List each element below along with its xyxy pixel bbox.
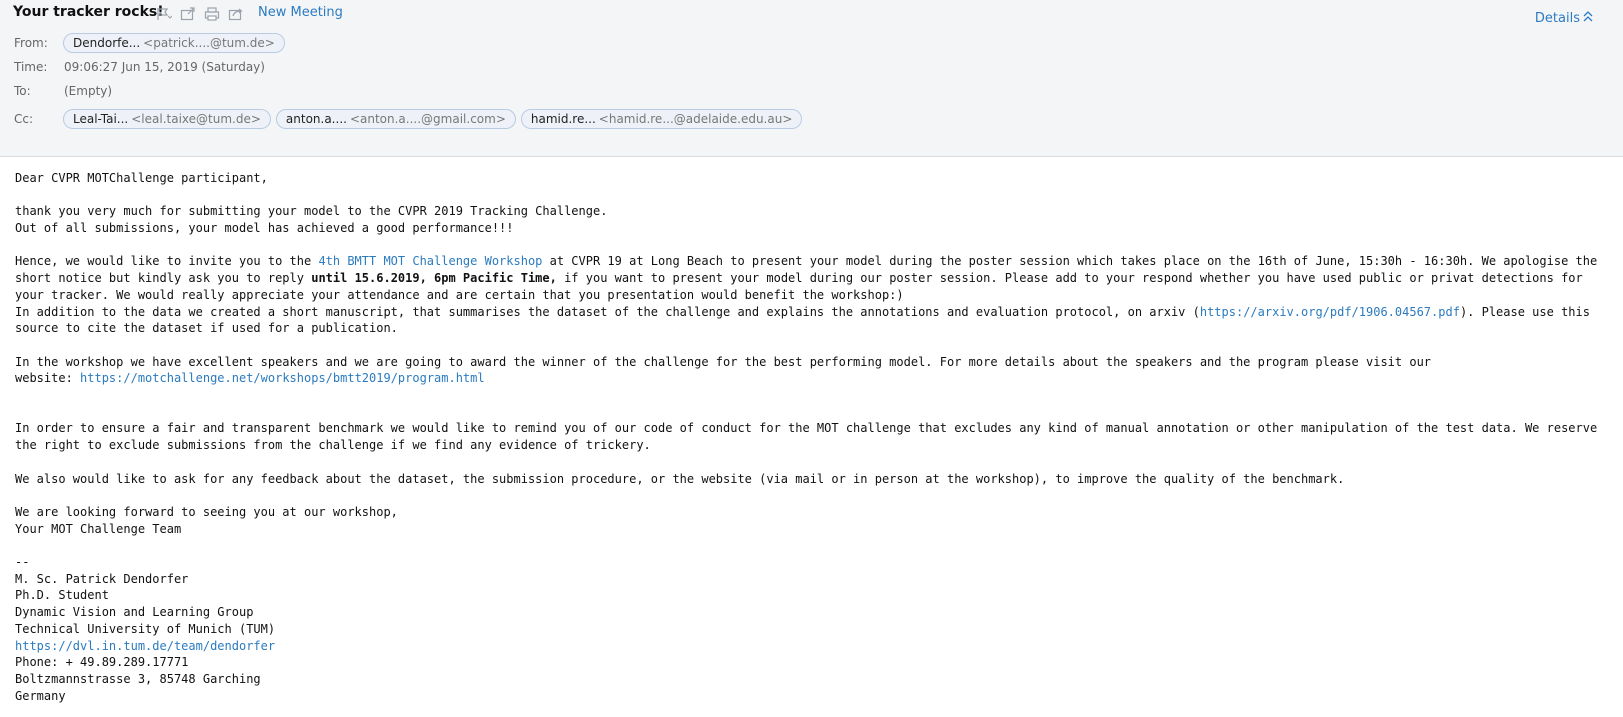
mail-toolbar	[156, 6, 244, 21]
mail-header: Your tracker rocks! New Meeting Details …	[0, 0, 1623, 157]
contact-email: <hamid.re...@adelaide.edu.au>	[598, 112, 793, 126]
details-label: Details	[1534, 10, 1580, 26]
manuscript-paragraph: In addition to the data we created a sho…	[15, 304, 1615, 337]
to-label: To:	[14, 84, 31, 98]
body-line: Your MOT Challenge Team	[15, 521, 182, 536]
from-recipients: Dendorfe... <patrick....@tum.de>	[63, 33, 285, 53]
body-line: thank you very much for submitting your …	[15, 204, 608, 219]
cc-recipients: Leal-Tai... <leal.taixe@tum.de> anton.a..…	[63, 109, 803, 129]
signature-address: Boltzmannstrasse 3, 85748 Garching	[15, 671, 261, 686]
cc-chip[interactable]: Leal-Tai... <leal.taixe@tum.de>	[63, 109, 271, 129]
program-link[interactable]: https://motchallenge.net/workshops/bmtt2…	[80, 371, 485, 385]
contact-email: <patrick....@tum.de>	[143, 36, 275, 50]
from-label: From:	[14, 36, 48, 50]
text-span: website:	[15, 371, 81, 386]
website-line: website: https://motchallenge.net/worksh…	[15, 370, 1615, 387]
print-icon[interactable]	[204, 6, 220, 21]
cc-chip[interactable]: anton.a.... <anton.a....@gmail.com>	[275, 109, 516, 129]
signature-group: Dynamic Vision and Learning Group	[15, 605, 254, 620]
export-icon[interactable]	[228, 6, 244, 21]
text-span: In addition to the data we created a sho…	[15, 304, 1200, 319]
contact-email: <leal.taixe@tum.de>	[131, 112, 261, 126]
deadline-text: until 15.6.2019, 6pm Pacific Time,	[311, 271, 557, 286]
greeting: Dear CVPR MOTChallenge participant,	[15, 171, 268, 185]
mail-subject: Your tracker rocks!	[13, 4, 164, 20]
time-value: 09:06:27 Jun 15, 2019 (Saturday)	[64, 60, 265, 74]
contact-name: hamid.re...	[530, 112, 596, 126]
contact-name: Leal-Tai...	[73, 112, 129, 126]
new-meeting-link[interactable]: New Meeting	[258, 5, 343, 20]
move-icon[interactable]	[180, 6, 196, 21]
signature-country: Germany	[15, 688, 66, 703]
signature-name: M. Sc. Patrick Dendorfer	[15, 571, 189, 586]
body-line: In the workshop we have excellent speake…	[15, 354, 1432, 369]
profile-link[interactable]: https://dvl.in.tum.de/team/dendorfer	[15, 639, 275, 653]
cc-chip[interactable]: hamid.re... <hamid.re...@adelaide.edu.au>	[520, 109, 803, 129]
text-span: Hence, we would like to invite you to th…	[15, 254, 319, 269]
signature-link-line: https://dvl.in.tum.de/team/dendorfer	[15, 638, 1615, 655]
flag-icon[interactable]	[156, 6, 173, 20]
contact-name: Dendorfe...	[73, 36, 141, 50]
mail-body: Dear CVPR MOTChallenge participant, than…	[15, 170, 1615, 704]
conduct-paragraph: In order to ensure a fair and transparen…	[15, 421, 1605, 453]
body-line: We are looking forward to seeing you at …	[15, 504, 398, 519]
workshop-link[interactable]: 4th BMTT MOT Challenge Workshop	[318, 254, 542, 268]
from-chip[interactable]: Dendorfe... <patrick....@tum.de>	[63, 33, 285, 53]
signature-title: Ph.D. Student	[15, 588, 109, 603]
invitation-paragraph: Hence, we would like to invite you to th…	[15, 253, 1615, 303]
signature-university: Technical University of Munich (TUM)	[15, 621, 276, 636]
body-line: Out of all submissions, your model has a…	[15, 221, 514, 236]
feedback-paragraph: We also would like to ask for any feedba…	[15, 471, 1345, 486]
cc-label: Cc:	[14, 112, 34, 126]
signature-separator: --	[15, 555, 30, 570]
chevron-up-icon	[1583, 10, 1593, 26]
time-label: Time:	[14, 60, 48, 74]
details-toggle[interactable]: Details	[1535, 10, 1593, 26]
arxiv-link[interactable]: https://arxiv.org/pdf/1906.04567.pdf	[1200, 305, 1460, 319]
signature-phone: Phone: + 49.89.289.17771	[15, 655, 189, 670]
contact-email: <anton.a....@gmail.com>	[349, 112, 506, 126]
to-value: (Empty)	[64, 84, 113, 98]
contact-name: anton.a....	[285, 112, 347, 126]
